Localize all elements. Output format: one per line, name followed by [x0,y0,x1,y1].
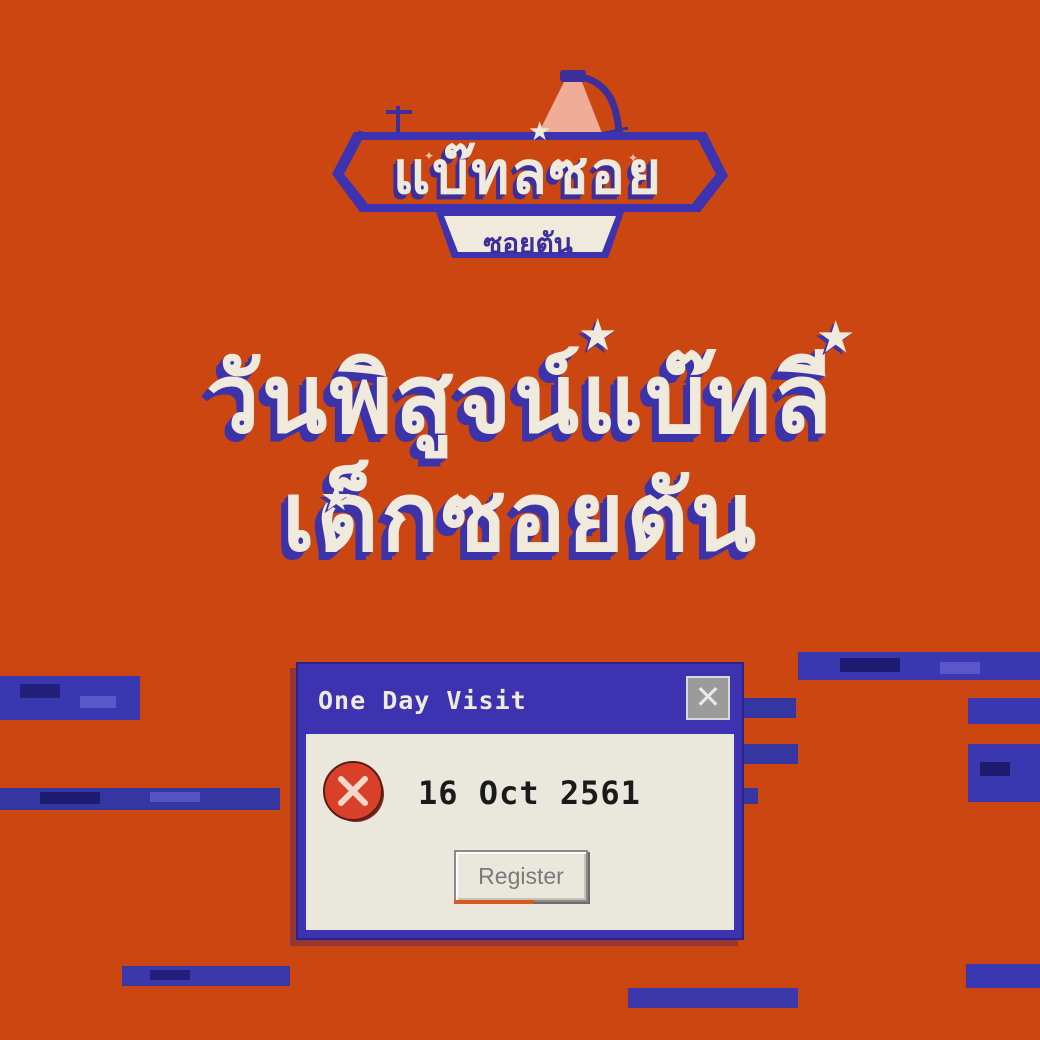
brand-logo: ★ ✦ ✦ แบ๊ทลซอย ซอยตัน [328,62,732,272]
star-icon: ★ [320,478,353,519]
dialog-titlebar[interactable]: One Day Visit ✕ [298,664,742,732]
close-button[interactable]: ✕ [686,676,730,720]
dialog-window: One Day Visit ✕ 16 Oct 2561 Register [296,662,744,940]
button-accent [454,900,534,904]
logo-subtitle: ซอยตัน [483,227,573,260]
glitch-decoration-right [628,652,1040,1012]
headline-line-2: เด็กซอยตัน [281,461,759,573]
event-date: 16 Oct 2561 [418,774,641,812]
register-button[interactable]: Register [454,850,588,904]
error-icon [323,761,384,822]
register-button-label: Register [478,863,564,889]
dialog-title: One Day Visit [318,686,527,715]
close-icon: ✕ [694,678,722,716]
star-icon: ★ [816,312,856,363]
headline-line-1: วันพิสูจน์แบ๊ทลี [205,343,835,455]
star-icon: ★ [578,310,618,361]
dialog-body: 16 Oct 2561 Register [306,734,734,930]
logo-title: แบ๊ทลซอย [392,139,664,207]
headline: วันพิสูจน์แบ๊ทลี เด็กซอยตัน [0,340,1040,576]
glitch-decoration-left [0,676,300,996]
